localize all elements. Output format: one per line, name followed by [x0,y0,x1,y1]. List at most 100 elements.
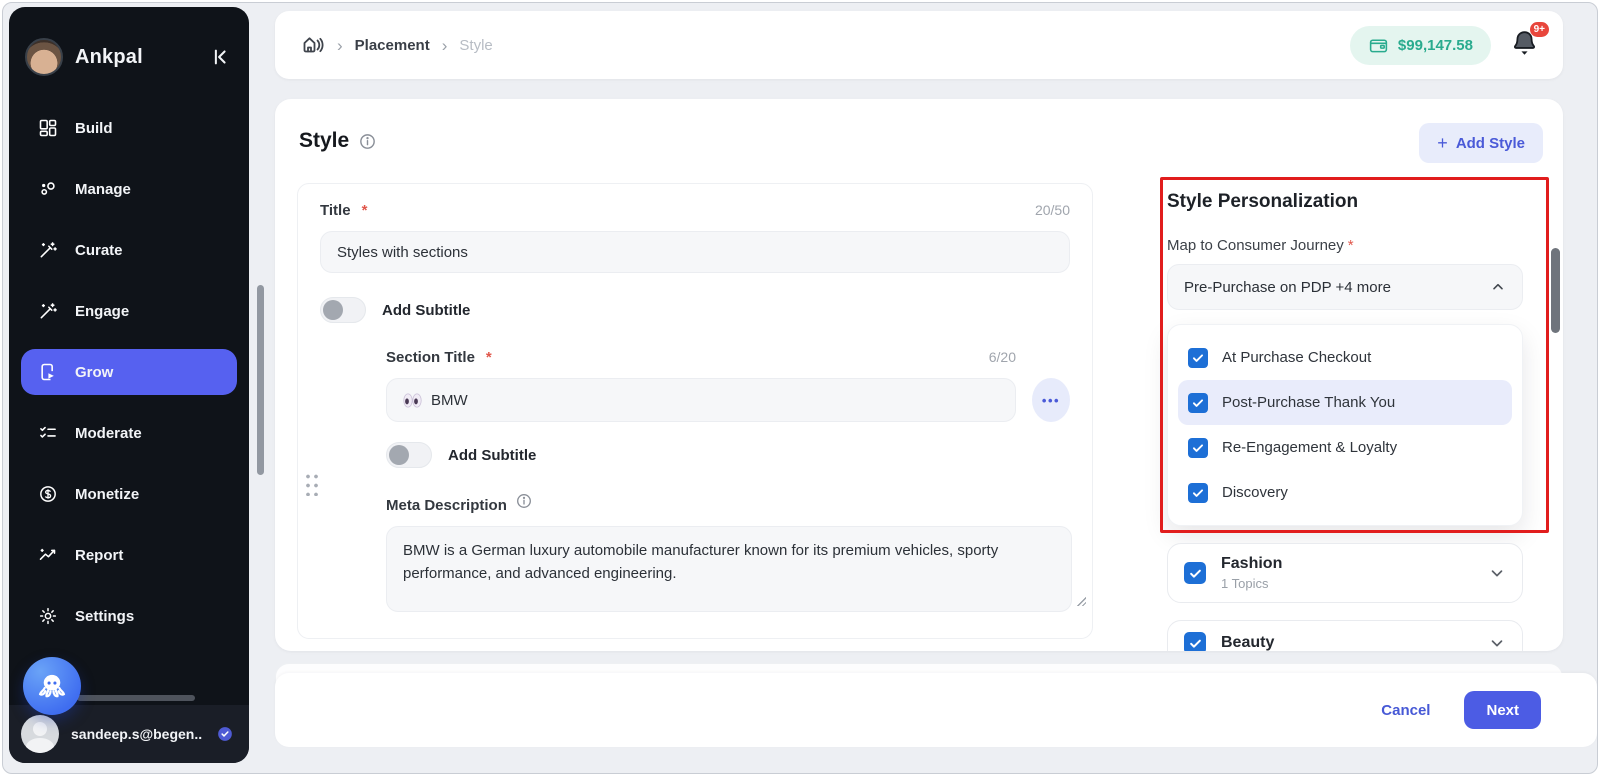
journey-select[interactable]: Pre-Purchase on PDP +4 more [1167,264,1523,310]
category-card-beauty[interactable]: Beauty [1167,620,1523,651]
sidebar-item-label: Monetize [75,486,139,503]
sidebar-logo-row: Ankpal [9,7,249,87]
info-icon[interactable] [515,492,533,510]
section-add-subtitle-toggle[interactable] [386,442,432,468]
add-subtitle-label: Add Subtitle [382,302,470,319]
breadcrumb: › Placement › Style [301,33,1350,57]
breadcrumb-separator: › [337,37,343,54]
chevron-down-icon [1488,634,1506,651]
notifications-button[interactable]: 9+ [1511,29,1541,61]
personalization-title: Style Personalization [1167,191,1523,213]
ellipsis-icon: ••• [1042,393,1060,408]
required-asterisk: * [1348,237,1354,254]
section-title-value: BMW [431,392,468,409]
sidebar-item-label: Settings [75,608,134,625]
app-frame: Ankpal Build Manage Curate Engage [2,2,1598,774]
checklist-icon [37,422,59,444]
meta-description-label: Meta Description [386,497,507,514]
journey-label: Map to Consumer Journey* [1167,237,1523,254]
style-panel: Style + Add Style Title* 20/50 Add Subti… [275,99,1563,651]
drag-handle-icon[interactable] [304,472,319,496]
required-asterisk: * [486,349,492,366]
page-title: Style [299,129,349,153]
notification-count-badge: 9+ [1530,22,1549,37]
action-footer: Cancel Next [275,673,1597,747]
chevron-up-icon [1490,279,1506,295]
add-style-button[interactable]: + Add Style [1419,123,1543,163]
wand-icon [37,239,59,261]
category-topics: 1 Topics [1221,576,1473,591]
category-name: Fashion [1221,555,1473,573]
section-title-label: Section Title* [386,349,492,366]
breadcrumb-separator: › [442,37,448,54]
required-asterisk: * [362,202,368,219]
checkbox-checked[interactable] [1184,632,1206,651]
info-icon[interactable] [358,132,377,151]
brand-avatar [25,38,63,76]
octopus-icon [36,670,68,702]
journey-option[interactable]: At Purchase Checkout [1178,335,1512,380]
plus-icon: + [1437,133,1448,154]
brand-name: Ankpal [75,46,195,69]
sidebar-item-settings[interactable]: Settings [21,593,237,639]
checkbox-checked[interactable] [1188,393,1208,413]
user-email: sandeep.s@begen... [71,726,203,742]
trend-icon [37,544,59,566]
title-input[interactable] [320,231,1070,273]
checkbox-checked[interactable] [1188,438,1208,458]
sidebar-item-label: Grow [75,364,113,381]
user-avatar [21,715,59,753]
build-icon [37,117,59,139]
wallet-balance: $99,147.58 [1398,37,1473,54]
sidebar-item-build[interactable]: Build [21,105,237,151]
sidebar-item-label: Curate [75,242,123,259]
more-options-button[interactable]: ••• [1032,378,1070,422]
sidebar-menu: Build Manage Curate Engage Grow Moderate [9,87,249,639]
checkbox-checked[interactable] [1188,483,1208,503]
verified-badge-icon [215,724,235,744]
sidebar: Ankpal Build Manage Curate Engage [9,7,249,763]
sidebar-item-grow[interactable]: Grow [21,349,237,395]
journey-dropdown: At Purchase Checkout Post-Purchase Thank… [1167,324,1523,526]
sidebar-item-monetize[interactable]: Monetize [21,471,237,517]
top-bar: › Placement › Style $99,147.58 9+ [275,11,1563,79]
next-button[interactable]: Next [1464,691,1541,729]
add-subtitle-toggle[interactable] [320,297,366,323]
section-add-subtitle-label: Add Subtitle [448,447,536,464]
sidebar-item-engage[interactable]: Engage [21,288,237,334]
resize-grip-icon[interactable] [1076,596,1086,606]
section-block: Section Title* 6/20 BMW ••• [386,349,1070,612]
sidebar-hscroll-thumb[interactable] [77,695,195,701]
category-card-fashion[interactable]: Fashion 1 Topics [1167,543,1523,603]
octopus-fab-button[interactable] [23,657,81,715]
checkbox-checked[interactable] [1188,348,1208,368]
page-vscroll-thumb[interactable] [257,285,264,475]
journey-option[interactable]: Discovery [1178,470,1512,515]
cancel-button[interactable]: Cancel [1381,702,1430,719]
sidebar-item-manage[interactable]: Manage [21,166,237,212]
eyes-emoji-icon [403,393,422,408]
checkbox-checked[interactable] [1184,562,1206,584]
wallet-icon [1368,35,1389,56]
sidebar-item-label: Build [75,120,113,137]
sidebar-item-moderate[interactable]: Moderate [21,410,237,456]
sidebar-collapse-icon[interactable] [207,44,233,70]
dollar-icon [37,483,59,505]
sidebar-item-report[interactable]: Report [21,532,237,578]
wand-icon [37,300,59,322]
journey-option[interactable]: Re-Engagement & Loyalty [1178,425,1512,470]
wallet-balance-pill[interactable]: $99,147.58 [1350,26,1491,65]
section-title-input[interactable]: BMW [386,378,1016,422]
category-name: Beauty [1221,634,1473,651]
journey-option-highlighted[interactable]: Post-Purchase Thank You [1178,380,1512,425]
sidebar-item-label: Moderate [75,425,142,442]
meta-description-textarea[interactable]: BMW is a German luxury automobile manufa… [386,526,1072,612]
home-icon[interactable] [301,33,325,57]
sidebar-item-label: Report [75,547,123,564]
manage-icon [37,178,59,200]
sidebar-item-label: Engage [75,303,129,320]
panel-vscroll-thumb[interactable] [1551,248,1560,333]
breadcrumb-style: Style [459,37,492,54]
sidebar-item-curate[interactable]: Curate [21,227,237,273]
breadcrumb-placement[interactable]: Placement [355,37,430,54]
